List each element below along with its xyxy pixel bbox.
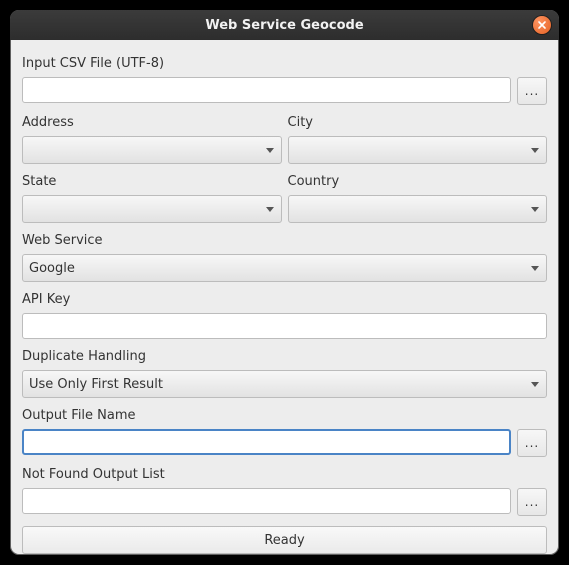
titlebar: Web Service Geocode: [10, 10, 559, 40]
input-csv-browse-button[interactable]: ...: [517, 77, 547, 105]
window-close-button[interactable]: [533, 16, 551, 34]
web-service-combo-value: Google: [29, 261, 530, 276]
address-label: Address: [22, 115, 282, 130]
api-key-label: API Key: [22, 292, 547, 307]
chevron-down-icon: [265, 207, 275, 212]
chevron-down-icon: [530, 382, 540, 387]
dup-handling-combo[interactable]: Use Only First Result: [22, 370, 547, 398]
output-file-label: Output File Name: [22, 408, 547, 423]
country-combo[interactable]: [288, 195, 548, 223]
city-label: City: [288, 115, 548, 130]
chevron-down-icon: [265, 148, 275, 153]
state-label: State: [22, 174, 282, 189]
close-icon: [537, 20, 547, 30]
web-service-combo[interactable]: Google: [22, 254, 547, 282]
address-combo[interactable]: [22, 136, 282, 164]
dialog-window: Web Service Geocode Input CSV File (UTF-…: [10, 10, 559, 555]
dup-handling-combo-value: Use Only First Result: [29, 377, 530, 392]
status-label: Ready: [264, 533, 304, 548]
chevron-down-icon: [530, 207, 540, 212]
output-file-browse-button[interactable]: ...: [517, 429, 547, 457]
window-title: Web Service Geocode: [10, 18, 559, 33]
web-service-label: Web Service: [22, 233, 547, 248]
dup-handling-label: Duplicate Handling: [22, 349, 547, 364]
not-found-browse-button[interactable]: ...: [517, 488, 547, 516]
not-found-field[interactable]: [22, 488, 511, 514]
api-key-field[interactable]: [22, 313, 547, 339]
country-label: Country: [288, 174, 548, 189]
output-file-field[interactable]: [22, 429, 511, 455]
status-button[interactable]: Ready: [22, 526, 547, 554]
chevron-down-icon: [530, 266, 540, 271]
not-found-label: Not Found Output List: [22, 467, 547, 482]
state-combo[interactable]: [22, 195, 282, 223]
input-csv-field[interactable]: [22, 77, 511, 103]
chevron-down-icon: [530, 148, 540, 153]
city-combo[interactable]: [288, 136, 548, 164]
input-csv-label: Input CSV File (UTF-8): [22, 56, 547, 71]
